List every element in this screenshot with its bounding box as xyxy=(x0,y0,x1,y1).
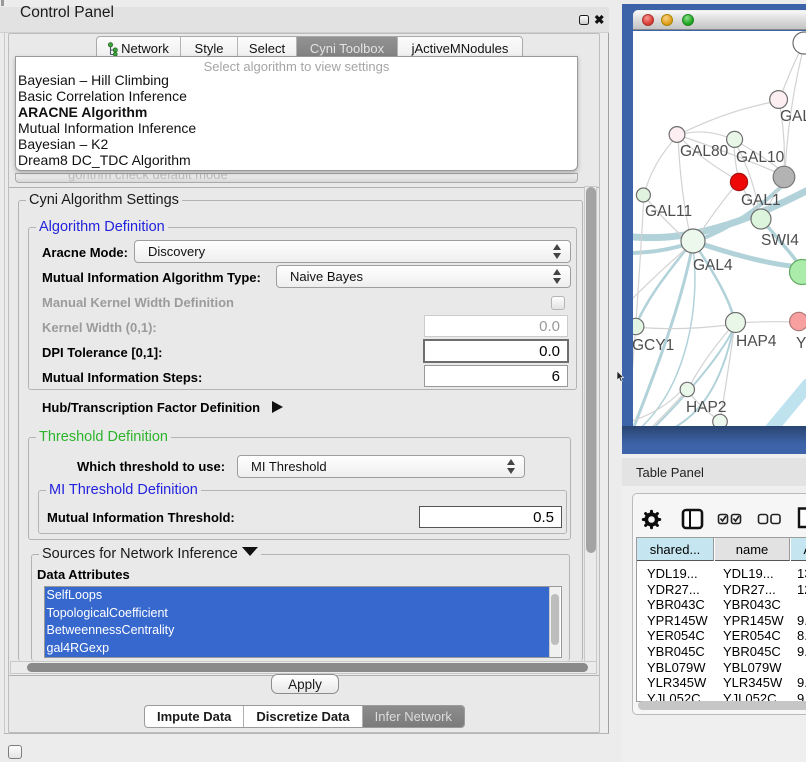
svg-text:GAL10: GAL10 xyxy=(736,149,785,166)
svg-text:GAL2: GAL2 xyxy=(780,108,806,125)
svg-text:HAP4: HAP4 xyxy=(736,333,777,350)
svg-text:GAL80: GAL80 xyxy=(680,143,729,160)
svg-text:GAL4: GAL4 xyxy=(693,257,733,274)
svg-text:GAL11: GAL11 xyxy=(645,203,692,220)
svg-text:HAP2: HAP2 xyxy=(686,399,727,416)
svg-text:YEL: YEL xyxy=(796,335,806,352)
svg-text:GCY1: GCY1 xyxy=(633,337,674,354)
svg-text:GAL1: GAL1 xyxy=(741,192,781,209)
svg-text:SWI4: SWI4 xyxy=(761,232,799,249)
